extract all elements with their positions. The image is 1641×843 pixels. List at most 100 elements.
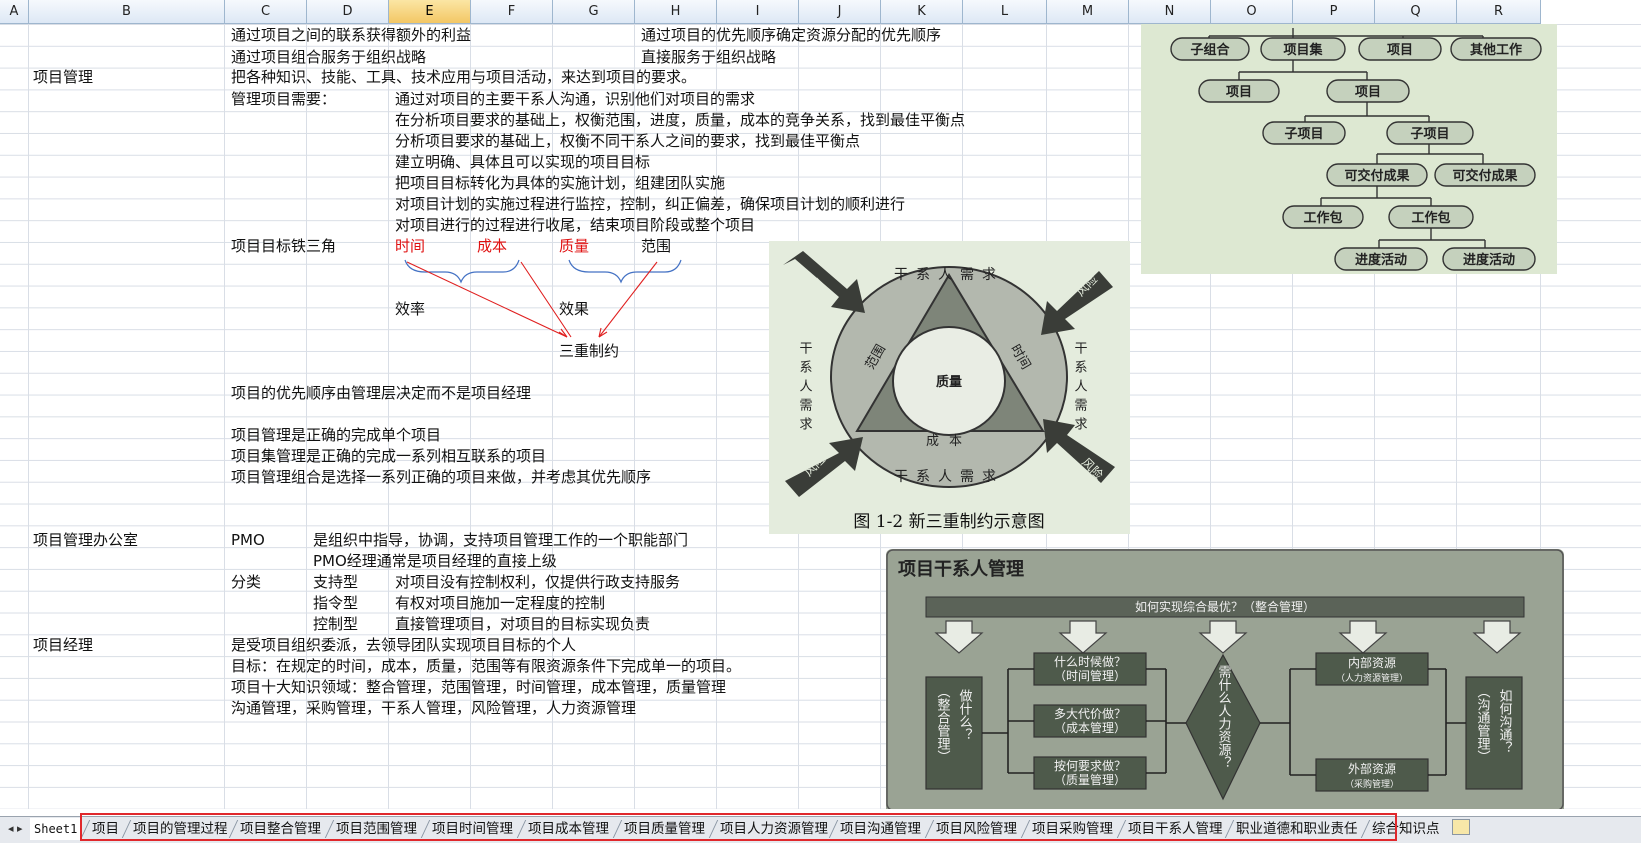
node-subproject-b: 子项目: [1410, 127, 1449, 142]
cell-e4[interactable]: 通过对项目的主要干系人沟通，识别他们对项目的需求: [395, 89, 755, 109]
side-cost: 成本: [926, 434, 972, 449]
cell-c24[interactable]: PMO: [231, 530, 265, 550]
column-header-q[interactable]: Q: [1375, 0, 1457, 24]
cell-d28[interactable]: 控制型: [313, 614, 358, 634]
cell-h1[interactable]: 通过项目的优先顺序确定资源分配的优先顺序: [641, 25, 941, 45]
cell-d24[interactable]: 是组织中指导，协调，支持项目管理工作的一个职能部门: [313, 530, 688, 550]
constraint-diagram: 质量 范围 时间 成本 干系人需求 干系人需求 干系人需求 干系人需求 风险 风…: [783, 251, 1115, 532]
cell-e6[interactable]: 分析项目要求的基础上，权衡不同干系人之间的要求，找到最佳平衡点: [395, 131, 860, 151]
column-gridline: [224, 24, 225, 809]
center-quality: 质量: [936, 374, 962, 390]
hr-question: 需什么人力资源？: [1216, 665, 1232, 769]
cell-c1[interactable]: 通过项目之间的联系获得额外的利益: [231, 25, 471, 45]
cell-d25[interactable]: PMO经理通常是项目经理的直接上级: [313, 551, 557, 571]
cell-b24[interactable]: 项目管理办公室: [33, 530, 138, 550]
external-resource: 外部资源: [1348, 761, 1396, 776]
stakeholder-bottom: 干系人需求: [894, 469, 1004, 485]
triangle-annotation: [404, 259, 682, 338]
how-communicate: 如何沟通？: [1497, 688, 1513, 754]
node-sub-portfolio: 子组合: [1190, 42, 1230, 58]
column-header-j[interactable]: J: [799, 0, 881, 24]
internal-resource: 内部资源: [1348, 655, 1396, 670]
cell-g13[interactable]: 效果: [559, 299, 589, 319]
column-header-p[interactable]: P: [1293, 0, 1375, 24]
q-when: 什么时候做？: [1054, 654, 1126, 669]
cell-c3[interactable]: 把各种知识、技能、工具、技术应用与项目活动，来达到项目的要求。: [231, 67, 696, 87]
arrowhead-1: [558, 328, 568, 338]
cell-c32[interactable]: 沟通管理，采购管理，干系人管理，风险管理，人力资源管理: [231, 698, 636, 718]
cell-e26[interactable]: 对项目没有控制权利，仅提供行政支持服务: [395, 572, 680, 592]
external-resource-sub: （采购管理）: [1345, 778, 1399, 790]
cell-b3[interactable]: 项目管理: [33, 67, 93, 87]
cell-c11[interactable]: 项目目标铁三角: [231, 236, 336, 256]
cell-c4[interactable]: 管理项目需要：: [231, 89, 336, 109]
cell-c17[interactable]: 项目的优先顺序由管理层决定而不是项目经理: [231, 383, 531, 403]
cell-e9[interactable]: 对项目计划的实施过程进行监控，控制，纠正偏差，确保项目计划的顺利进行: [395, 194, 905, 214]
stakeholder-top: 干系人需求: [894, 267, 1004, 283]
q-cost: 多大代价做？: [1054, 706, 1126, 721]
column-header-f[interactable]: F: [471, 0, 553, 24]
insert-sheet-icon[interactable]: [1452, 819, 1470, 835]
internal-resource-sub: （人力资源管理）: [1336, 672, 1408, 684]
effect-brace: [568, 259, 682, 284]
column-header-m[interactable]: M: [1047, 0, 1129, 24]
column-header-i[interactable]: I: [717, 0, 799, 24]
node-subproject-a: 子项目: [1284, 127, 1323, 142]
cell-h2[interactable]: 直接服务于组织战略: [641, 47, 776, 67]
column-header-o[interactable]: O: [1211, 0, 1293, 24]
column-header-g[interactable]: G: [553, 0, 635, 24]
efficiency-brace: [404, 259, 520, 284]
tab-scroll-buttons[interactable]: ◂ ▸: [8, 822, 23, 835]
cell-c21[interactable]: 项目管理组合是选择一系列正确的项目来做，并考虑其优先顺序: [231, 467, 651, 487]
column-header-l[interactable]: L: [963, 0, 1047, 24]
column-header-k[interactable]: K: [881, 0, 963, 24]
cell-e27[interactable]: 有权对项目施加一定程度的控制: [395, 593, 605, 613]
integration-banner: 如何实现综合最优？（整合管理）: [1135, 599, 1315, 614]
q-quality-sub: （质量管理）: [1054, 772, 1126, 787]
node-workpackage-b: 工作包: [1411, 210, 1450, 226]
cell-d27[interactable]: 指令型: [313, 593, 358, 613]
cell-c20[interactable]: 项目集管理是正确的完成一系列相互联系的项目: [231, 446, 546, 466]
cell-e5[interactable]: 在分析项目要求的基础上，权衡范围，进度，质量，成本的竞争关系，找到最佳平衡点: [395, 110, 965, 130]
sheet-tab[interactable]: Sheet1: [30, 818, 82, 840]
column-header-d[interactable]: D: [307, 0, 389, 24]
cell-e28[interactable]: 直接管理项目，对项目的目标实现负责: [395, 614, 650, 634]
cell-d26[interactable]: 支持型: [313, 572, 358, 592]
cell-g15[interactable]: 三重制约: [559, 341, 619, 361]
stakeholder-management-image[interactable]: 项目干系人管理 如何实现综合最优？（整合管理） 什么时候做？ （时间管理） 多大…: [886, 549, 1564, 809]
q-when-sub: （时间管理）: [1054, 668, 1126, 683]
cell-c29[interactable]: 是受项目组织委派，去领导团队实现项目目标的个人: [231, 635, 576, 655]
column-header-r[interactable]: R: [1457, 0, 1541, 24]
column-header-b[interactable]: B: [29, 0, 225, 24]
spreadsheet[interactable]: ABCDEFGHIJKLMNOPQR 通过项目之间的联系获得额外的利益 通过项目…: [0, 0, 1641, 843]
cell-e13[interactable]: 效率: [395, 299, 425, 319]
cell-e10[interactable]: 对项目进行的过程进行收尾，结束项目阶段或整个项目: [395, 215, 755, 235]
node-deliverable-b: 可交付成果: [1452, 168, 1517, 184]
communicate-box: （沟通管理）: [1475, 685, 1491, 763]
q-quality: 按何要求做？: [1054, 758, 1126, 773]
column-header-a[interactable]: A: [0, 0, 29, 24]
cell-c30[interactable]: 目标：在规定的时间，成本，质量，范围等有限资源条件下完成单一的项目。: [231, 656, 741, 676]
cell-f11[interactable]: 成本: [477, 236, 507, 256]
cell-b29[interactable]: 项目经理: [33, 635, 93, 655]
cell-c2[interactable]: 通过项目组合服务于组织战略: [231, 47, 426, 67]
column-header-c[interactable]: C: [225, 0, 307, 24]
cell-c26[interactable]: 分类: [231, 572, 261, 592]
node-deliverable-a: 可交付成果: [1344, 168, 1409, 184]
what-to-do: 做什么？: [957, 689, 973, 741]
cell-g11[interactable]: 质量: [559, 236, 589, 256]
node-workpackage-a: 工作包: [1303, 210, 1342, 226]
cell-c19[interactable]: 项目管理是正确的完成单个项目: [231, 425, 441, 445]
cell-h11[interactable]: 范围: [641, 236, 671, 256]
column-header-n[interactable]: N: [1129, 0, 1211, 24]
node-activity-a: 进度活动: [1355, 252, 1407, 268]
project-hierarchy-image[interactable]: 子组合 项目集 项目 其他工作 项目 项目 子项目 子项目 可交付成果 可交付成…: [1141, 24, 1557, 274]
cell-c31[interactable]: 项目十大知识领域：整合管理，范围管理，时间管理，成本管理，质量管理: [231, 677, 726, 697]
cell-e11[interactable]: 时间: [395, 236, 425, 256]
node-project-a: 项目: [1387, 43, 1413, 58]
column-header-h[interactable]: H: [635, 0, 717, 24]
triple-constraint-image[interactable]: 质量 范围 时间 成本 干系人需求 干系人需求 干系人需求 干系人需求 风险 风…: [769, 241, 1130, 534]
cell-e8[interactable]: 把项目目标转化为具体的实施计划，组建团队实施: [395, 173, 725, 193]
column-header-e[interactable]: E: [389, 0, 471, 24]
cell-e7[interactable]: 建立明确、具体且可以实现的项目目标: [395, 152, 650, 172]
